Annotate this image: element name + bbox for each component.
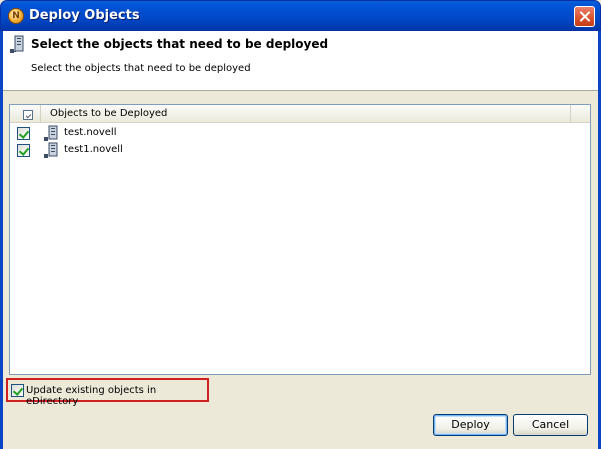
app-logo-icon: N (8, 8, 24, 24)
objects-table[interactable]: Objects to be Deployed test.novell test1… (9, 104, 591, 375)
table-row[interactable]: test1.novell (10, 142, 590, 159)
row-label: test1.novell (64, 144, 123, 155)
dialog-header: Select the objects that need to be deplo… (3, 31, 598, 91)
row-checkbox[interactable] (17, 144, 30, 157)
update-existing-label[interactable]: Update existing objects in eDirectory (26, 385, 207, 407)
server-icon (43, 142, 61, 162)
update-existing-checkbox[interactable] (11, 384, 24, 397)
update-existing-highlight: Update existing objects in eDirectory (6, 378, 209, 407)
deploy-button[interactable]: Deploy (433, 414, 508, 436)
column-divider (570, 105, 571, 123)
cancel-button[interactable]: Cancel (513, 414, 588, 436)
row-label: test.novell (64, 127, 117, 138)
row-checkbox[interactable] (17, 127, 30, 140)
window-frame-left (0, 31, 3, 449)
select-all-column[interactable] (10, 105, 41, 123)
table-header: Objects to be Deployed (10, 105, 590, 123)
close-button[interactable] (574, 6, 595, 27)
table-row[interactable]: test.novell (10, 125, 590, 142)
header-subtitle: Select the objects that need to be deplo… (31, 63, 251, 74)
server-icon (9, 35, 27, 58)
title-bar[interactable]: N Deploy Objects (0, 0, 601, 31)
column-header-objects[interactable]: Objects to be Deployed (50, 108, 167, 119)
window-title: Deploy Objects (29, 8, 140, 23)
select-all-icon[interactable] (23, 110, 33, 120)
header-title: Select the objects that need to be deplo… (31, 37, 329, 51)
